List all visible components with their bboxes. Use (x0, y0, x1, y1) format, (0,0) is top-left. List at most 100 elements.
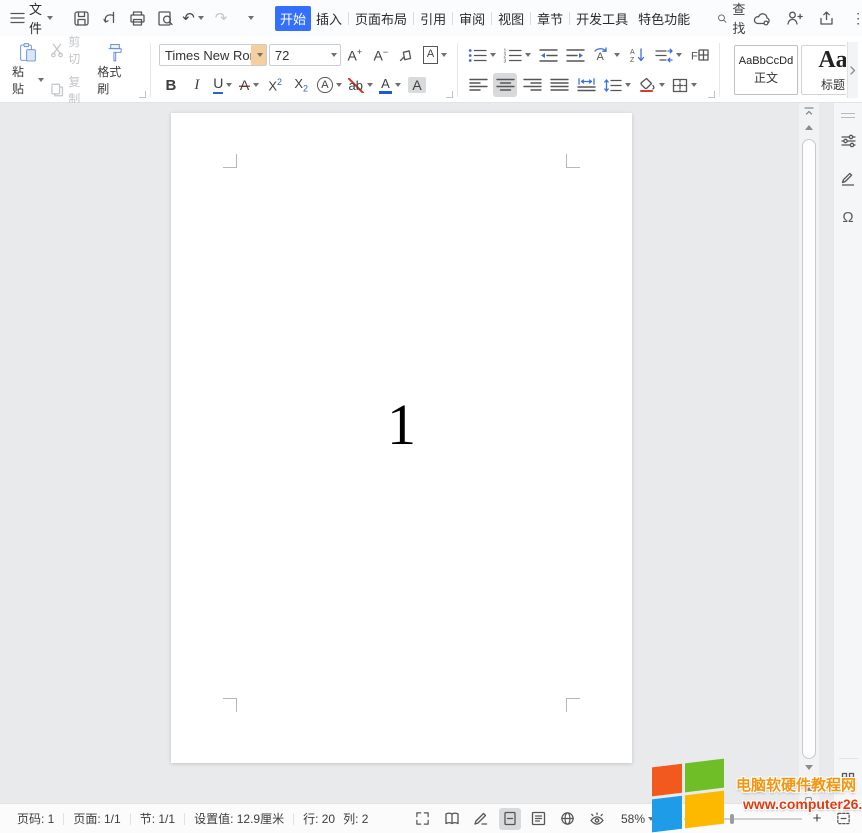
drag-handle-icon[interactable] (841, 113, 855, 118)
document-page[interactable]: 1 (171, 113, 632, 763)
grow-font-icon[interactable]: A+ (343, 43, 367, 67)
increase-indent-icon[interactable] (563, 43, 587, 67)
text-direction-icon[interactable]: A (590, 43, 622, 67)
font-size-combo[interactable]: 72 (268, 44, 341, 66)
scroll-up-arrow[interactable] (799, 125, 819, 130)
app-grid-icon[interactable] (841, 772, 855, 791)
customize-toolbar-icon[interactable] (237, 6, 261, 30)
status-page-number[interactable]: 页码: 1 (8, 810, 63, 827)
status-setting-value[interactable]: 设置值: 12.9厘米 (185, 810, 293, 827)
chevron-down-icon[interactable] (250, 45, 266, 65)
tab-section[interactable]: 章节 (532, 6, 568, 31)
paste-button[interactable]: 粘贴 (8, 41, 48, 99)
char-shading-icon[interactable]: A (405, 73, 429, 97)
eye-protect-icon[interactable] (586, 808, 608, 830)
chevron-down-icon[interactable] (197, 16, 204, 20)
font-name-combo[interactable]: Times New Roma (158, 44, 267, 66)
tab-references[interactable]: 引用 (415, 6, 451, 31)
line-spacing-icon[interactable] (601, 73, 633, 97)
fullscreen-icon[interactable] (412, 808, 434, 830)
font-color-icon[interactable]: A (377, 73, 403, 97)
tab-developer-tools[interactable]: 开发工具 (571, 6, 633, 31)
read-mode-icon[interactable] (441, 808, 463, 830)
edit-pen-icon[interactable] (837, 168, 859, 190)
tab-special-features[interactable]: 特色功能 (633, 6, 695, 31)
justify-icon[interactable] (547, 73, 571, 97)
ribbon-tabs: 开始 插入 页面布局 引用 审阅 视图 章节 开发工具 特色功能 (275, 5, 695, 31)
chevron-down-icon[interactable] (325, 45, 340, 65)
web-layout-icon[interactable] (557, 808, 579, 830)
paragraph-marks-icon[interactable] (652, 43, 684, 67)
share-icon[interactable] (814, 6, 838, 30)
bold-icon[interactable]: B (159, 73, 183, 97)
zoom-level[interactable]: 58% (621, 812, 654, 826)
underline-icon[interactable]: U (211, 73, 235, 97)
zoom-in-button[interactable]: + (809, 810, 825, 827)
cloud-sync-icon[interactable] (750, 6, 774, 30)
tab-page-layout[interactable]: 页面布局 (350, 6, 412, 31)
ink-pencil-icon[interactable] (470, 808, 492, 830)
format-painter-button[interactable]: 格式刷 (93, 41, 136, 99)
format-painter-icon (108, 43, 122, 62)
ruler-toggle-icon[interactable] (799, 106, 819, 116)
shrink-font-icon[interactable]: A− (369, 43, 393, 67)
distribute-icon[interactable] (574, 73, 598, 97)
zoom-out-button[interactable]: − (661, 810, 677, 827)
zoom-slider-handle[interactable] (730, 813, 734, 824)
add-user-icon[interactable] (782, 6, 806, 30)
circled-character-icon[interactable]: A (315, 73, 343, 97)
find-button[interactable]: 查找 (717, 0, 750, 37)
align-center-icon[interactable] (493, 73, 518, 97)
print-preview-icon[interactable] (153, 6, 177, 30)
file-menu[interactable]: 文件 (29, 0, 42, 37)
export-icon[interactable] (97, 6, 121, 30)
subscript-icon[interactable]: X2 (289, 73, 313, 97)
align-right-icon[interactable] (520, 73, 544, 97)
char-border-icon[interactable]: A (421, 43, 449, 67)
borders-icon[interactable] (670, 73, 699, 97)
sort-icon[interactable]: AZ (625, 43, 649, 67)
decrease-indent-icon[interactable] (536, 43, 560, 67)
undo-icon[interactable]: ↶ (181, 6, 205, 30)
shading-icon[interactable] (636, 73, 667, 97)
clipboard-group: 粘贴 剪切 复制 格式刷 (8, 35, 146, 106)
style-card-normal[interactable]: AaBbCcDd 正文 (734, 45, 799, 95)
tab-review[interactable]: 审阅 (454, 6, 490, 31)
align-left-icon[interactable] (466, 73, 490, 97)
tab-home[interactable]: 开始 (275, 5, 312, 31)
bullet-list-icon[interactable] (466, 43, 498, 67)
superscript-icon[interactable]: X2 (263, 73, 287, 97)
vertical-scrollbar[interactable] (799, 103, 819, 804)
properties-sliders-icon[interactable] (837, 130, 859, 152)
fit-page-icon[interactable] (832, 808, 854, 830)
styles-gallery-expand[interactable] (847, 42, 859, 98)
cut-button: 剪切 (50, 33, 91, 67)
chevron-down-icon[interactable] (47, 16, 54, 20)
zoom-slider[interactable] (684, 813, 802, 824)
print-icon[interactable] (125, 6, 149, 30)
style-card-heading[interactable]: Aa 标题 (801, 45, 847, 95)
document-text[interactable]: 1 (171, 396, 632, 454)
outline-view-icon[interactable] (528, 808, 550, 830)
tab-view[interactable]: 视图 (493, 6, 529, 31)
scroll-down-arrow[interactable] (799, 765, 819, 770)
svg-text:Z: Z (630, 57, 635, 63)
clear-format-icon[interactable] (395, 43, 419, 67)
numbered-list-icon[interactable]: 123 (501, 43, 533, 67)
page-view-icon[interactable] (498, 807, 521, 830)
text-tool-icon[interactable]: F (687, 43, 711, 67)
status-page[interactable]: 页面: 1/1 (64, 810, 129, 827)
strikethrough-icon[interactable]: A (237, 73, 261, 97)
hamburger-menu-icon[interactable] (10, 6, 25, 30)
italic-icon[interactable]: I (185, 73, 209, 97)
status-section[interactable]: 节: 1/1 (131, 810, 184, 827)
highlight-icon[interactable]: ab (346, 73, 375, 97)
more-options-icon[interactable]: ⋮ (846, 6, 862, 30)
symbol-omega-icon[interactable]: Ω (837, 206, 859, 228)
previous-page-icon[interactable] (799, 782, 819, 791)
tab-insert[interactable]: 插入 (311, 6, 347, 31)
browse-object-icon[interactable] (805, 797, 812, 804)
scrollbar-thumb[interactable] (802, 139, 816, 759)
styles-gallery: AaBbCcDd 正文 Aa 标题 (734, 41, 859, 99)
save-icon[interactable] (69, 6, 93, 30)
